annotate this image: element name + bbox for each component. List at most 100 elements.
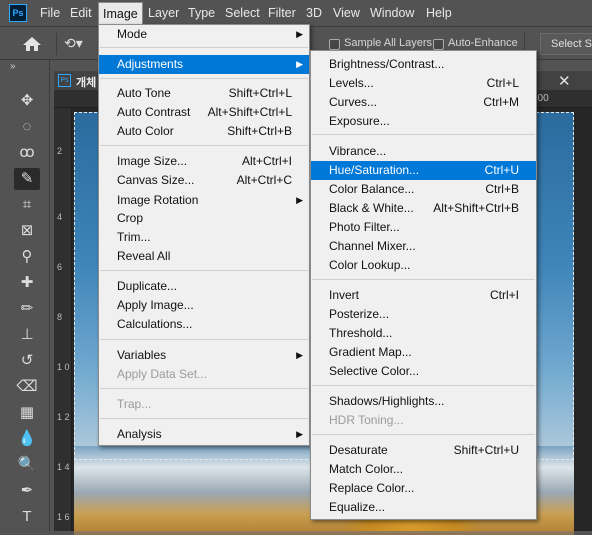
ruler-label: 1 4 [57, 462, 70, 472]
menu-item-canvas-size[interactable]: Canvas Size... Alt+Ctrl+C [99, 171, 309, 190]
menu-item-crop[interactable]: Crop [99, 209, 309, 228]
document-tab-title: 개체 [76, 77, 97, 89]
auto-enhance-checkbox[interactable] [433, 39, 444, 50]
blur-tool-icon[interactable]: 💧 [14, 428, 40, 450]
menu-item-brightness-contrast[interactable]: Brightness/Contrast... [311, 55, 536, 74]
menu-item-channel-mixer[interactable]: Channel Mixer... [311, 237, 536, 256]
menu-item-hdr-toning: HDR Toning... [311, 411, 536, 430]
menu-item-calculations[interactable]: Calculations... [99, 315, 309, 334]
history-brush-tool-icon[interactable]: ↺ [14, 350, 40, 372]
menu-item-shadows-highlights[interactable]: Shadows/Highlights... [311, 392, 536, 411]
brush-tool-icon[interactable]: ✏ [14, 298, 40, 320]
menu-item-label: Reveal All [117, 249, 171, 263]
options-separator [56, 33, 57, 55]
image-menu: Mode ▶ Adjustments ▶ Auto Tone Shift+Ctrl+L… [98, 24, 310, 446]
marquee-tool-icon[interactable]: ◌ [14, 116, 40, 138]
submenu-arrow-icon: ▶ [296, 29, 303, 39]
menu-item-label: Replace Color... [329, 481, 415, 495]
menu-item-analysis[interactable]: Analysis ▶ [99, 425, 309, 444]
menu-item-image-rotation[interactable]: Image Rotation ▶ [99, 191, 309, 210]
menu-layer[interactable]: Layer [144, 0, 183, 26]
menu-item-threshold[interactable]: Threshold... [311, 324, 536, 343]
dodge-tool-icon[interactable]: 🔍 [14, 454, 40, 476]
shortcut: Shift+Ctrl+B [227, 124, 292, 138]
menu-edit[interactable]: Edit [66, 0, 96, 26]
menu-item-levels[interactable]: Levels... Ctrl+L [311, 74, 536, 93]
menu-item-image-size[interactable]: Image Size... Alt+Ctrl+I [99, 152, 309, 171]
menu-item-trim[interactable]: Trim... [99, 228, 309, 247]
shortcut: Alt+Ctrl+C [236, 173, 292, 187]
menu-item-label: Color Lookup... [329, 258, 411, 272]
pen-tool-icon[interactable]: ✒ [14, 480, 40, 502]
menu-file[interactable]: File [36, 0, 64, 26]
menu-item-variables[interactable]: Variables ▶ [99, 346, 309, 365]
menu-item-adjustments[interactable]: Adjustments ▶ [99, 55, 309, 74]
menu-item-auto-tone[interactable]: Auto Tone Shift+Ctrl+L [99, 84, 309, 103]
quick-selection-brush-icon[interactable]: ⟲▾ [64, 35, 88, 53]
eyedropper-tool-icon[interactable]: ⚲ [14, 246, 40, 268]
menu-item-reveal-all[interactable]: Reveal All [99, 247, 309, 266]
home-icon[interactable] [22, 36, 42, 52]
ruler-label: 8 [57, 312, 63, 322]
menu-item-label: Brightness/Contrast... [329, 57, 445, 71]
menu-item-mode[interactable]: Mode ▶ [99, 25, 309, 44]
collapse-panel-icon[interactable]: » [10, 61, 16, 72]
menu-item-curves[interactable]: Curves... Ctrl+M [311, 93, 536, 112]
menu-item-label: Canvas Size... [117, 173, 195, 187]
type-tool-icon[interactable]: T [14, 506, 40, 528]
menu-item-apply-image[interactable]: Apply Image... [99, 296, 309, 315]
healing-brush-tool-icon[interactable]: ✚ [14, 272, 40, 294]
sample-all-layers-checkbox[interactable] [329, 39, 340, 50]
menu-item-auto-contrast[interactable]: Auto Contrast Alt+Shift+Ctrl+L [99, 103, 309, 122]
menu-item-label: Duplicate... [117, 279, 178, 293]
menu-select[interactable]: Select [221, 0, 264, 26]
menu-image[interactable]: Image [98, 2, 143, 26]
menu-item-replace-color[interactable]: Replace Color... [311, 479, 536, 498]
menu-help[interactable]: Help [422, 0, 456, 26]
menu-item-posterize[interactable]: Posterize... [311, 305, 536, 324]
menu-item-label: Photo Filter... [329, 220, 400, 234]
select-subject-button[interactable]: Select Su [540, 33, 592, 55]
crop-tool-icon[interactable]: ⌗ [14, 194, 40, 216]
move-tool-icon[interactable]: ✥ [14, 90, 40, 112]
menu-item-equalize[interactable]: Equalize... [311, 498, 536, 517]
gradient-tool-icon[interactable]: ▦ [14, 402, 40, 424]
menu-item-label: Image Rotation [117, 193, 199, 207]
menu-item-exposure[interactable]: Exposure... [311, 112, 536, 131]
clone-stamp-tool-icon[interactable]: ⊥ [14, 324, 40, 346]
eraser-tool-icon[interactable]: ⌫ [14, 376, 40, 398]
menu-item-label: Selective Color... [329, 364, 420, 378]
menu-item-photo-filter[interactable]: Photo Filter... [311, 218, 536, 237]
adjustments-submenu: Brightness/Contrast... Levels... Ctrl+L C… [310, 50, 537, 520]
frame-tool-icon[interactable]: ⊠ [14, 220, 40, 242]
menu-item-vibrance[interactable]: Vibrance... [311, 142, 536, 161]
menu-item-label: Apply Data Set... [117, 367, 208, 381]
menu-item-label: Levels... [329, 76, 374, 90]
shortcut: Ctrl+L [486, 76, 519, 90]
menu-item-label: Black & White... [329, 201, 414, 215]
menu-item-invert[interactable]: Invert Ctrl+I [311, 286, 536, 305]
shortcut: Ctrl+U [484, 163, 519, 177]
menu-3d[interactable]: 3D [302, 0, 326, 26]
menu-item-desaturate[interactable]: Desaturate Shift+Ctrl+U [311, 441, 536, 460]
menu-separator [100, 47, 308, 48]
menu-item-color-balance[interactable]: Color Balance... Ctrl+B [311, 180, 536, 199]
menu-item-label: Variables [117, 348, 167, 362]
menu-item-duplicate[interactable]: Duplicate... [99, 277, 309, 296]
quick-selection-tool-icon[interactable]: ✎ [14, 168, 40, 190]
menu-filter[interactable]: Filter [264, 0, 300, 26]
menu-item-hue-saturation[interactable]: Hue/Saturation... Ctrl+U [311, 161, 536, 180]
menu-item-black-white[interactable]: Black & White... Alt+Shift+Ctrl+B [311, 199, 536, 218]
menu-item-label: Equalize... [329, 500, 386, 514]
menu-window[interactable]: Window [366, 0, 418, 26]
menu-item-match-color[interactable]: Match Color... [311, 460, 536, 479]
menu-item-auto-color[interactable]: Auto Color Shift+Ctrl+B [99, 122, 309, 141]
menu-type[interactable]: Type [184, 0, 219, 26]
menu-item-label: Invert [329, 288, 360, 302]
menu-view[interactable]: View [329, 0, 364, 26]
menu-item-gradient-map[interactable]: Gradient Map... [311, 343, 536, 362]
lasso-tool-icon[interactable]: ꝏ [14, 142, 40, 164]
menu-item-selective-color[interactable]: Selective Color... [311, 362, 536, 381]
close-document-icon[interactable]: ✕ [558, 72, 571, 90]
menu-item-color-lookup[interactable]: Color Lookup... [311, 256, 536, 275]
